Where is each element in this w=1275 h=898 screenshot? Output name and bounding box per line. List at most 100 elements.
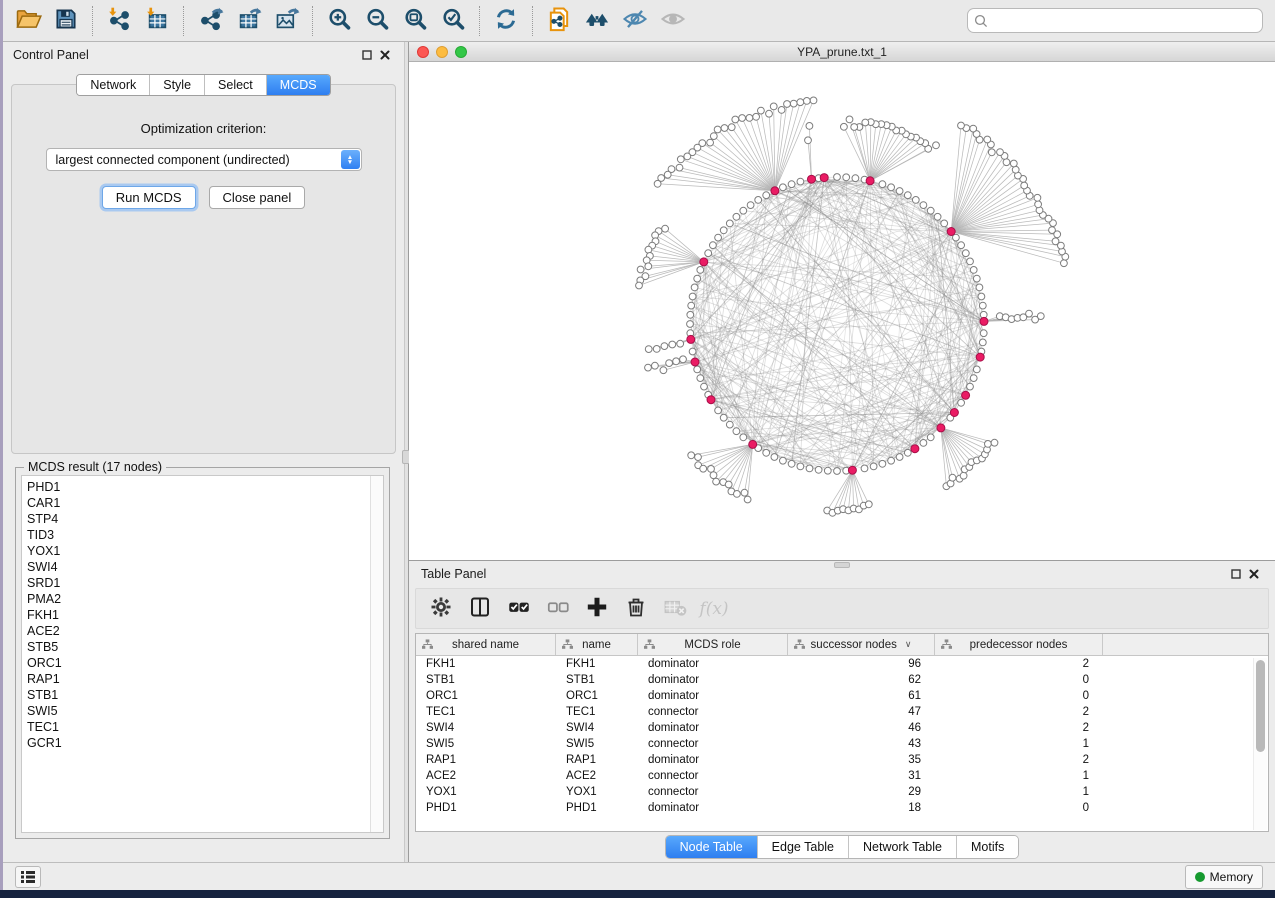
table-scrollbar[interactable] <box>1253 658 1267 830</box>
column-header-shared-name[interactable]: shared name <box>416 634 556 655</box>
zoom-selected-button[interactable] <box>434 4 472 38</box>
tab-motifs[interactable]: Motifs <box>957 836 1018 858</box>
mcds-result-item[interactable]: PMA2 <box>27 591 370 607</box>
mcds-result-item[interactable]: STB1 <box>27 687 370 703</box>
find-button[interactable] <box>578 4 616 38</box>
right-column: YPA_prune.txt_1 Table Panel <box>409 42 1275 862</box>
optimization-criterion-select[interactable]: largest connected component (undirected)… <box>46 148 362 171</box>
mcds-role-cell: connector <box>638 784 788 800</box>
add-entry-icon <box>584 594 610 623</box>
open-file-icon <box>14 5 42 36</box>
table-row[interactable]: ORC1ORC1dominator610 <box>416 688 1268 704</box>
tab-style[interactable]: Style <box>150 75 205 95</box>
table-row[interactable]: SWI5SWI5connector431 <box>416 736 1268 752</box>
table-row[interactable]: RAP1RAP1dominator352 <box>416 752 1268 768</box>
table-row[interactable]: PHD1PHD1dominator180 <box>416 800 1268 816</box>
zoom-in-button[interactable] <box>320 4 358 38</box>
column-header-name[interactable]: name <box>556 634 638 655</box>
search-input[interactable] <box>992 14 1256 28</box>
clone-network-button[interactable] <box>540 4 578 38</box>
filler-cell <box>1103 720 1268 736</box>
column-view-button[interactable] <box>465 593 495 625</box>
column-header-predecessor-nodes[interactable]: predecessor nodes <box>935 634 1103 655</box>
close-table-panel-icon[interactable] <box>1245 566 1263 582</box>
mcds-result-item[interactable]: ORC1 <box>27 655 370 671</box>
mcds-result-item[interactable]: YOX1 <box>27 543 370 559</box>
export-table-icon <box>235 6 262 36</box>
mcds-result-item[interactable]: FKH1 <box>27 607 370 623</box>
select-all-button[interactable] <box>504 593 534 625</box>
export-image-icon <box>273 6 300 36</box>
mcds-result-item[interactable]: STB5 <box>27 639 370 655</box>
toolbar-separator <box>92 6 93 36</box>
zoom-selected-icon <box>440 6 467 36</box>
zoom-fit-button[interactable] <box>396 4 434 38</box>
task-history-button[interactable] <box>15 866 41 888</box>
add-entry-button[interactable] <box>582 593 612 625</box>
mcds-result-item[interactable]: SWI4 <box>27 559 370 575</box>
node-table-body: FKH1FKH1dominator962STB1STB1dominator620… <box>416 656 1268 831</box>
control-panel-title: Control Panel <box>13 48 89 62</box>
tab-select[interactable]: Select <box>205 75 267 95</box>
successor-nodes-cell: 47 <box>788 704 935 720</box>
table-row[interactable]: ACE2ACE2connector311 <box>416 768 1268 784</box>
network-view-canvas[interactable] <box>409 62 1275 560</box>
mcds-result-item[interactable]: STP4 <box>27 511 370 527</box>
show-all-icon <box>659 5 687 36</box>
mcds-result-item[interactable]: SWI5 <box>27 703 370 719</box>
tab-network-table[interactable]: Network Table <box>849 836 957 858</box>
table-row[interactable]: SWI4SWI4dominator462 <box>416 720 1268 736</box>
mcds-result-item[interactable]: SRD1 <box>27 575 370 591</box>
float-panel-icon[interactable] <box>358 47 376 63</box>
tab-network[interactable]: Network <box>77 75 150 95</box>
shared-name-cell: RAP1 <box>416 752 556 768</box>
mcds-result-item[interactable]: RAP1 <box>27 671 370 687</box>
tab-edge-table[interactable]: Edge Table <box>758 836 849 858</box>
memory-button[interactable]: Memory <box>1185 865 1263 889</box>
refresh-layout-button[interactable] <box>487 4 525 38</box>
table-scrollbar-thumb[interactable] <box>1256 660 1265 752</box>
name-cell: FKH1 <box>556 656 638 672</box>
mcds-result-item[interactable]: GCR1 <box>27 735 370 751</box>
delete-entry-button[interactable] <box>621 593 651 625</box>
column-header-successor-nodes[interactable]: successor nodes∨ <box>788 634 935 655</box>
successor-nodes-cell: 29 <box>788 784 935 800</box>
tab-node-table[interactable]: Node Table <box>666 836 758 858</box>
mcds-result-item[interactable]: CAR1 <box>27 495 370 511</box>
export-table-button[interactable] <box>229 4 267 38</box>
destroy-table-icon <box>662 594 688 623</box>
table-settings-button[interactable] <box>426 593 456 625</box>
hide-selected-button[interactable] <box>616 4 654 38</box>
horizontal-splitter-grip[interactable] <box>834 562 850 568</box>
mcds-result-item[interactable]: TID3 <box>27 527 370 543</box>
table-row[interactable]: YOX1YOX1connector291 <box>416 784 1268 800</box>
show-all-button <box>654 4 692 38</box>
mcds-list-scrollbar[interactable] <box>370 476 383 832</box>
export-network-button[interactable] <box>191 4 229 38</box>
table-row[interactable]: FKH1FKH1dominator962 <box>416 656 1268 672</box>
import-table-button[interactable] <box>138 4 176 38</box>
column-header-MCDS-role[interactable]: MCDS role <box>638 634 788 655</box>
hide-selected-icon <box>621 5 649 36</box>
close-panel-icon[interactable] <box>376 47 394 63</box>
clear-selection-button[interactable] <box>543 593 573 625</box>
export-image-button[interactable] <box>267 4 305 38</box>
mcds-result-item[interactable]: PHD1 <box>27 479 370 495</box>
float-table-panel-icon[interactable] <box>1227 566 1245 582</box>
export-network-icon <box>197 6 224 36</box>
zoom-out-button[interactable] <box>358 4 396 38</box>
mcds-result-list[interactable]: PHD1CAR1STP4TID3YOX1SWI4SRD1PMA2FKH1ACE2… <box>21 475 384 833</box>
predecessor-nodes-cell: 0 <box>935 672 1103 688</box>
table-row[interactable]: STB1STB1dominator620 <box>416 672 1268 688</box>
save-session-button[interactable] <box>47 4 85 38</box>
mcds-result-item[interactable]: TEC1 <box>27 719 370 735</box>
run-mcds-button[interactable]: Run MCDS <box>102 186 196 209</box>
search-box[interactable] <box>967 8 1263 33</box>
import-network-button[interactable] <box>100 4 138 38</box>
tab-mcds[interactable]: MCDS <box>267 75 330 95</box>
open-file-button[interactable] <box>9 4 47 38</box>
name-cell: SWI4 <box>556 720 638 736</box>
table-row[interactable]: TEC1TEC1connector472 <box>416 704 1268 720</box>
close-panel-button[interactable]: Close panel <box>209 186 306 209</box>
mcds-result-item[interactable]: ACE2 <box>27 623 370 639</box>
